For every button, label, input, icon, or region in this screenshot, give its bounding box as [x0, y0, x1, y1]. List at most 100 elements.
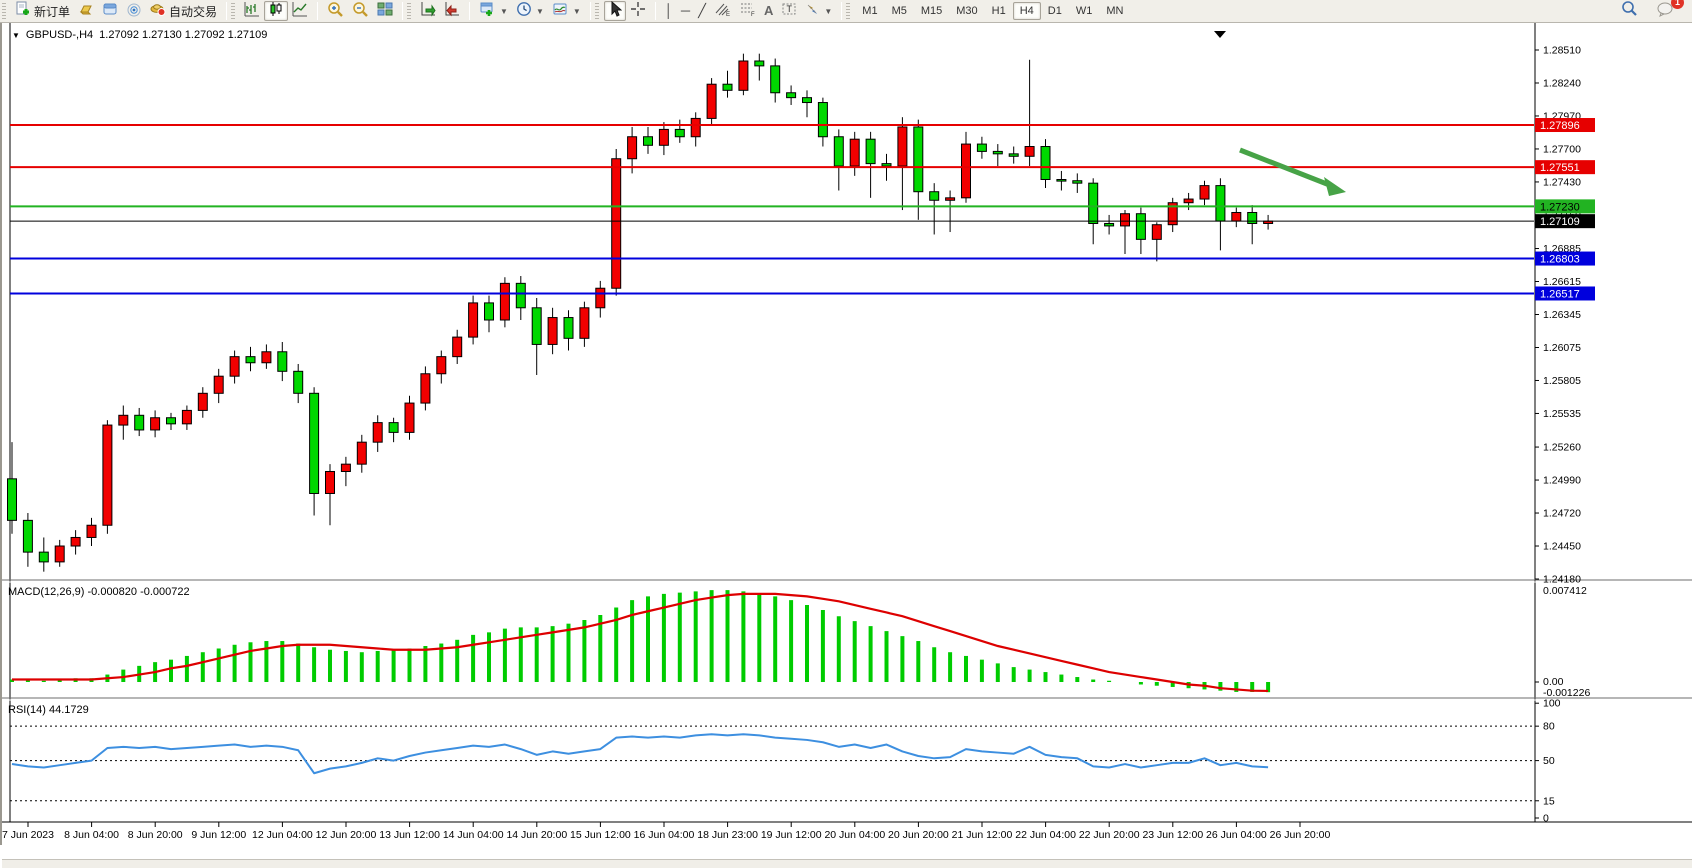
notification-badge: 1 — [1671, 0, 1684, 9]
new-order-icon — [15, 1, 31, 22]
new-chart-dropdown[interactable]: ▼ — [475, 1, 512, 21]
candle-body — [341, 464, 350, 471]
candle-body — [1136, 214, 1145, 240]
timeframe-d1[interactable]: D1 — [1041, 2, 1069, 20]
new-chart-icon — [479, 1, 496, 22]
time-label: 19 Jun 12:00 — [761, 829, 822, 841]
toolbar-separator — [402, 2, 403, 20]
zoom-in-button[interactable] — [323, 1, 348, 21]
cursor-tool-button[interactable] — [604, 1, 626, 21]
candle-body — [1041, 147, 1050, 180]
tile-windows-button[interactable] — [373, 1, 397, 21]
crosshair-tool-button[interactable] — [626, 1, 650, 21]
indicators-dropdown[interactable]: ▼ — [548, 1, 585, 21]
chart-shift-button[interactable] — [440, 1, 464, 21]
bar-chart-mode-button[interactable] — [240, 1, 264, 21]
candle-body — [198, 393, 207, 410]
text-icon: A — [764, 3, 773, 19]
timeframe-h4[interactable]: H4 — [1013, 2, 1041, 20]
chart-canvas[interactable]: 1.285101.282401.279701.277001.274301.271… — [2, 23, 1692, 845]
new-order-button[interactable]: 新订单 — [11, 1, 74, 21]
timeframe-m5[interactable]: M5 — [885, 2, 914, 20]
time-label: 26 Jun 20:00 — [1270, 829, 1331, 841]
timeframe-m1[interactable]: M1 — [855, 2, 884, 20]
candle-body — [1232, 212, 1241, 221]
auto-trading-label: 自动交易 — [169, 3, 217, 20]
trendline-tool[interactable]: ╱ — [694, 1, 710, 21]
timeframe-m15[interactable]: M15 — [914, 2, 949, 20]
gold-icon — [78, 1, 94, 22]
price-tick-label: 1.28240 — [1543, 77, 1581, 89]
crosshair-icon — [630, 1, 646, 22]
vertical-line-tool[interactable]: │ — [661, 1, 677, 21]
timeframe-h1[interactable]: H1 — [985, 2, 1013, 20]
candlestick-mode-button[interactable] — [264, 1, 288, 21]
timeframe-mn[interactable]: MN — [1099, 2, 1130, 20]
candle-body — [1105, 223, 1114, 225]
time-label: 22 Jun 20:00 — [1079, 829, 1140, 841]
text-label-icon: T — [781, 1, 797, 22]
group-handle — [407, 3, 411, 19]
signal-icon — [126, 1, 142, 22]
candle-body — [516, 283, 525, 307]
toolbar-separator — [590, 2, 591, 20]
candle-body — [71, 537, 80, 546]
toolbar-separator — [317, 2, 318, 20]
text-label-tool[interactable]: T — [777, 1, 801, 21]
trend-arrow-head[interactable] — [1324, 177, 1346, 196]
search-button[interactable] — [1616, 1, 1642, 21]
auto-trading-button[interactable]: 自动交易 — [146, 1, 221, 21]
toolbar-drag-handle[interactable] — [2, 3, 6, 19]
signals-button[interactable] — [122, 1, 146, 21]
notifications-button[interactable]: 1 — [1652, 1, 1678, 21]
periods-dropdown[interactable]: ▼ — [512, 1, 548, 21]
candle-body — [1248, 212, 1257, 223]
price-tick-label: 1.26345 — [1543, 309, 1581, 321]
dropdown-arrow-icon: ▼ — [500, 7, 508, 16]
toolbar-separator — [841, 2, 842, 20]
arrows-dropdown[interactable]: ▼ — [801, 1, 836, 21]
candle-body — [644, 137, 653, 146]
candle-body — [389, 423, 398, 433]
auto-scroll-button[interactable] — [416, 1, 440, 21]
text-tool[interactable]: A — [760, 1, 777, 21]
fibonacci-tool[interactable]: F — [735, 1, 760, 21]
chart-shift-marker[interactable] — [1214, 31, 1226, 38]
candle-body — [1200, 186, 1209, 199]
price-tick-label: 1.24450 — [1543, 541, 1581, 553]
candle-body — [1073, 181, 1082, 183]
market-watch-button[interactable] — [74, 1, 98, 21]
time-label: 8 Jun 20:00 — [128, 829, 183, 841]
candle-body — [278, 352, 287, 372]
candle-body — [612, 159, 621, 289]
price-label-text: 1.27230 — [1540, 201, 1580, 213]
candle-body — [262, 352, 271, 363]
candle-body — [866, 139, 875, 163]
chart-symbol-period: GBPUSD-,H4 — [26, 29, 93, 41]
time-label: 20 Jun 20:00 — [888, 829, 949, 841]
candle-body — [469, 303, 478, 337]
price-tick-label: 1.24990 — [1543, 475, 1581, 487]
line-chart-mode-button[interactable] — [288, 1, 312, 21]
time-label: 15 Jun 12:00 — [570, 829, 631, 841]
chart-window-button[interactable] — [98, 1, 122, 21]
candle-body — [246, 357, 255, 363]
tile-windows-icon — [377, 1, 393, 22]
candle-body — [373, 423, 382, 443]
price-tick-label: 1.28510 — [1543, 45, 1581, 57]
price-label-text: 1.27551 — [1540, 162, 1580, 174]
candle-body — [326, 471, 335, 493]
timeframe-w1[interactable]: W1 — [1069, 2, 1100, 20]
horizontal-line-tool[interactable]: ─ — [677, 1, 694, 21]
bar-chart-icon — [244, 1, 260, 22]
vertical-line-icon: │ — [665, 3, 673, 19]
price-label-text: 1.26803 — [1540, 254, 1580, 266]
one-click-trading-toggle[interactable]: ▼ — [12, 31, 20, 40]
zoom-out-button[interactable] — [348, 1, 373, 21]
timeframe-m30[interactable]: M30 — [949, 2, 984, 20]
channel-tool[interactable]: E — [710, 1, 735, 21]
price-tick-label: 1.27700 — [1543, 143, 1581, 155]
group-handle — [231, 3, 235, 19]
price-tick-label: 1.26615 — [1543, 276, 1581, 288]
candle-body — [119, 415, 128, 425]
